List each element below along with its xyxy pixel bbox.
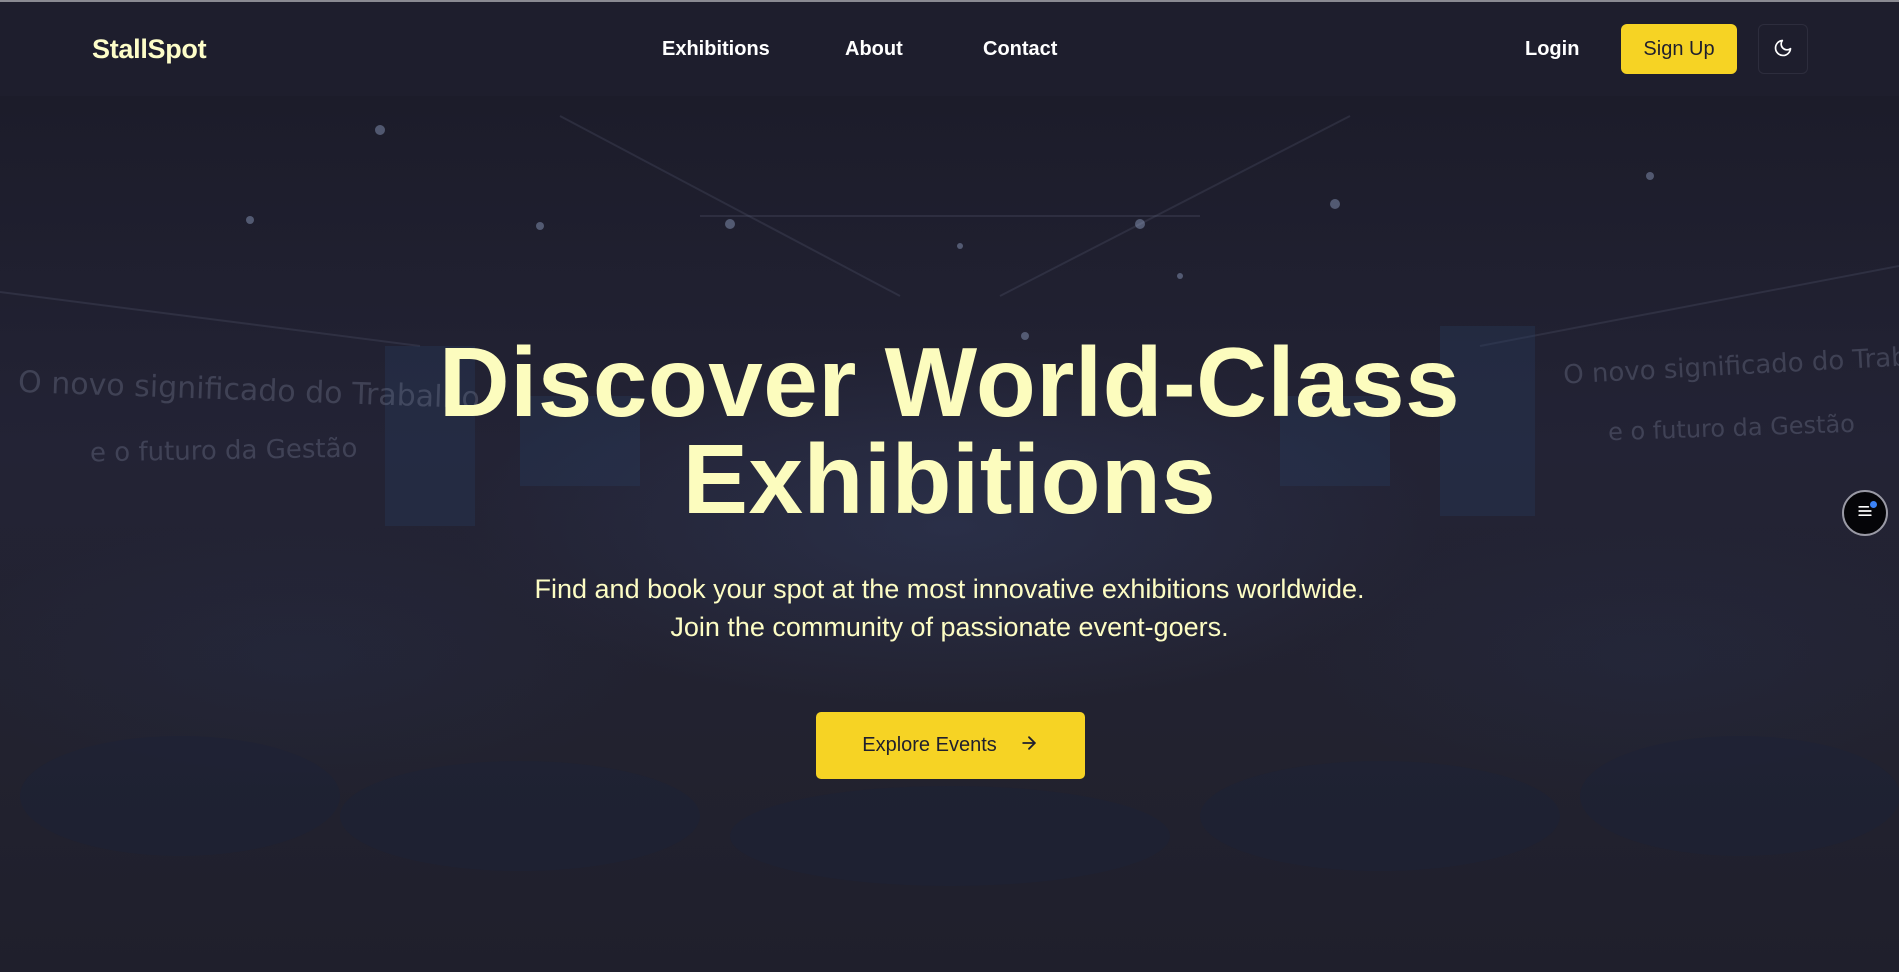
explore-events-button[interactable]: Explore Events <box>816 712 1085 779</box>
nav-link-about[interactable]: About <box>845 38 903 61</box>
hero-title-line1: Discover World-Class <box>438 327 1461 437</box>
signup-button-label: Sign Up <box>1643 37 1715 60</box>
nav-link-exhibitions[interactable]: Exhibitions <box>662 38 770 61</box>
floating-menu-button[interactable] <box>1842 490 1888 536</box>
navbar: StallSpot Exhibitions About Contact Logi… <box>0 2 1899 96</box>
hero-title: Discover World-Class Exhibitions <box>0 327 1899 534</box>
hero-title-line2: Exhibitions <box>682 424 1217 534</box>
explore-events-label: Explore Events <box>862 734 997 756</box>
page: O novo significado do Trabalho e o futur… <box>0 0 1899 972</box>
top-border <box>0 0 1899 2</box>
hall-decor <box>0 115 1899 886</box>
signup-button[interactable]: Sign Up <box>1621 24 1737 74</box>
nav-link-contact[interactable]: Contact <box>983 38 1057 61</box>
theme-toggle-button[interactable] <box>1758 24 1808 74</box>
moon-icon <box>1773 38 1793 61</box>
brand-logo[interactable]: StallSpot <box>92 34 207 65</box>
notification-dot <box>1870 501 1877 508</box>
hero-subtitle-line1: Find and book your spot at the most inno… <box>534 574 1365 604</box>
arrow-right-icon <box>1019 733 1039 759</box>
login-link[interactable]: Login <box>1525 38 1579 61</box>
hero-subtitle: Find and book your spot at the most inno… <box>0 570 1899 646</box>
hero-background-image: O novo significado do Trabalho e o futur… <box>0 96 1899 972</box>
hero-subtitle-line2: Join the community of passionate event-g… <box>670 612 1229 642</box>
